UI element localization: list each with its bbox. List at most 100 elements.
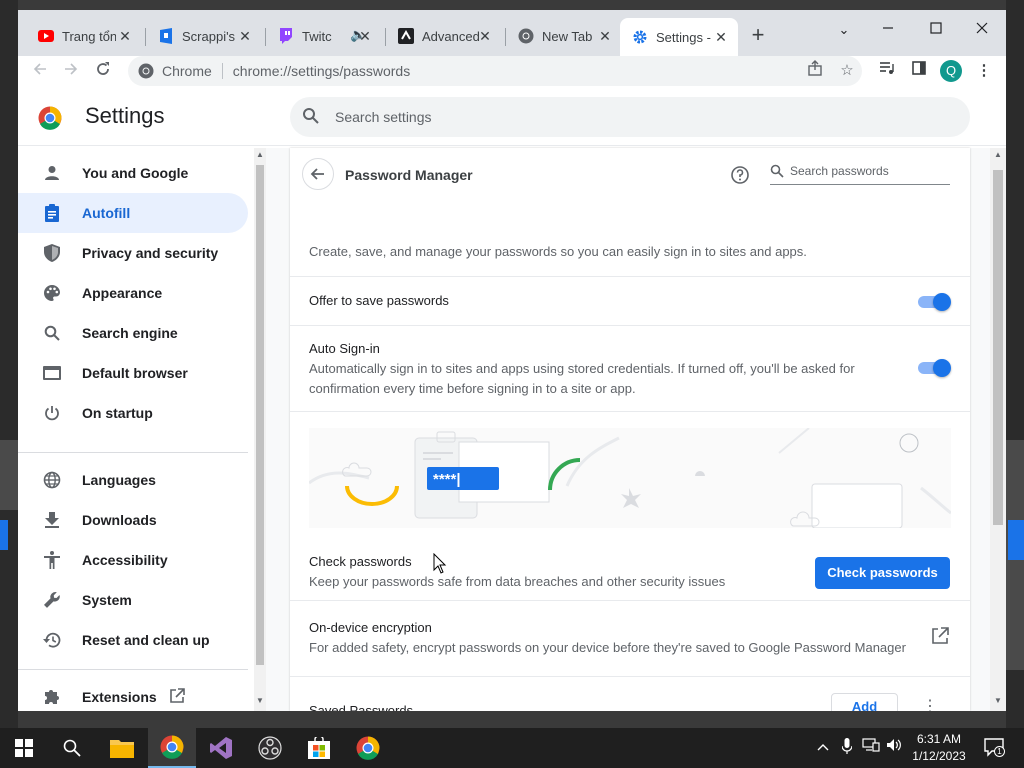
sidebar-item-label: Privacy and security [82,245,219,261]
side-panel-icon[interactable] [908,60,930,82]
main-scroll-thumb[interactable] [993,170,1003,525]
chrome-icon [356,736,380,760]
close-tab-icon[interactable]: ✕ [356,27,374,45]
on-device-encryption-row[interactable]: On-device encryption For added safety, e… [290,600,970,664]
add-password-button[interactable]: Add [831,693,898,711]
network-icon[interactable] [862,738,880,756]
desktop-fragment [0,440,18,510]
tab-search-icon[interactable]: ⌄ [826,16,862,44]
reload-icon[interactable] [90,58,116,84]
sidebar-item-you-and-google[interactable]: You and Google [18,153,248,193]
bookmark-star-icon[interactable]: ☆ [836,60,858,82]
url-text[interactable]: chrome://settings/passwords [233,63,410,79]
tab-youtube[interactable]: Trang tổng ✕ [26,20,142,52]
maximize-icon[interactable] [918,16,954,44]
obs-button[interactable] [246,728,294,768]
microphone-icon[interactable] [838,738,856,756]
sidebar-item-downloads[interactable]: Downloads [18,500,248,540]
chrome-icon [138,63,154,79]
minimize-icon[interactable] [870,16,906,44]
close-tab-icon[interactable]: ✕ [596,27,614,45]
taskbar-search-button[interactable] [48,728,96,768]
auto-signin-toggle[interactable] [918,359,951,377]
sidebar-item-languages[interactable]: Languages [18,460,248,500]
sidebar-item-on-startup[interactable]: On startup [18,393,248,433]
saved-passwords-title: Saved Passwords [309,703,414,711]
desktop-background-left [0,0,18,728]
sidebar-item-appearance[interactable]: Appearance [18,273,248,313]
back-button[interactable] [302,158,334,190]
tab-settings[interactable]: Settings - ✕ [620,18,738,56]
chrome-taskbar-button[interactable] [148,728,196,768]
advanced-icon [398,28,414,44]
search-placeholder: Search settings [335,109,432,125]
start-button[interactable] [0,728,48,768]
youtube-icon [38,28,54,44]
close-tab-icon[interactable]: ✕ [116,27,134,45]
sidebar-item-reset[interactable]: Reset and clean up [18,620,248,660]
sidebar-item-search-engine[interactable]: Search engine [18,313,248,353]
more-actions-icon[interactable]: ⋮ [920,697,940,711]
chrome-chip-label: Chrome [162,63,212,79]
scroll-up-arrow[interactable]: ▲ [256,150,264,159]
volume-icon[interactable] [885,738,903,756]
clock-date: 1/12/2023 [912,749,966,763]
external-link-icon[interactable] [930,626,950,646]
section-title: Password Manager [345,167,473,183]
sidebar-item-privacy[interactable]: Privacy and security [18,233,248,273]
search-icon [770,164,784,178]
chrome-taskbar-button-2[interactable] [344,728,392,768]
power-icon [42,403,62,423]
sidebar-item-accessibility[interactable]: Accessibility [18,540,248,580]
search-passwords-input[interactable]: Search passwords [770,160,950,185]
scroll-down-arrow[interactable]: ▼ [256,696,264,705]
sidebar-item-system[interactable]: System [18,580,248,620]
sidebar-item-autofill[interactable]: Autofill [18,193,248,233]
tab-scrappi[interactable]: Scrappi's ✕ [146,20,262,52]
tray-overflow-icon[interactable] [814,738,832,756]
tab-twitch[interactable]: Twitch 🔈 ✕ [266,20,382,52]
notification-center-icon[interactable]: 1 [984,737,1005,757]
sidebar-item-label: You and Google [82,165,189,181]
media-control-icon[interactable] [876,60,898,82]
visual-studio-button[interactable] [197,728,245,768]
password-manager-card: Password Manager Search passwords Create… [290,148,970,711]
address-bar[interactable]: Chrome chrome://settings/passwords ☆ [128,56,862,86]
file-explorer-button[interactable] [98,728,146,768]
profile-avatar[interactable]: Q [940,60,962,82]
close-tab-icon[interactable]: ✕ [236,27,254,45]
offer-to-save-toggle[interactable] [918,293,951,311]
new-tab-button[interactable]: + [746,24,770,48]
sidebar-divider [18,452,248,453]
auto-signin-description: Automatically sign in to sites and apps … [309,361,855,376]
sidebar-item-default-browser[interactable]: Default browser [18,353,248,393]
close-tab-icon[interactable]: ✕ [476,27,494,45]
sidebar-item-label: System [82,592,132,608]
sidebar-item-label: Default browser [82,365,188,381]
offer-to-save-label: Offer to save passwords [309,293,449,308]
scroll-down-arrow[interactable]: ▼ [994,696,1002,705]
forward-icon[interactable] [58,58,84,84]
browser-toolbar: Chrome chrome://settings/passwords ☆ ⋮ [18,56,1006,86]
person-icon [42,163,62,183]
obs-icon [258,736,282,760]
shield-icon [42,243,62,263]
search-settings-input[interactable]: Search settings [290,97,970,137]
taskbar-clock[interactable]: 6:31 AM 1/12/2023 [908,731,970,765]
sidebar-divider [18,669,248,670]
sidebar-item-extensions[interactable]: Extensions [18,677,248,711]
help-icon[interactable] [730,165,750,185]
close-tab-icon[interactable]: ✕ [712,28,730,46]
microsoft-store-button[interactable] [295,728,343,768]
tab-new-tab[interactable]: New Tab ✕ [506,20,622,52]
tab-advanced[interactable]: Advanced ✕ [386,20,502,52]
back-icon[interactable] [27,58,53,84]
check-passwords-button[interactable]: Check passwords [815,557,950,589]
close-window-icon[interactable] [964,16,1000,44]
scroll-up-arrow[interactable]: ▲ [994,150,1002,159]
more-menu-icon[interactable]: ⋮ [973,60,995,82]
sidebar-scroll-thumb[interactable] [256,165,264,665]
share-icon[interactable] [804,60,826,82]
visual-studio-icon [210,737,232,759]
toggle-knob [933,293,951,311]
